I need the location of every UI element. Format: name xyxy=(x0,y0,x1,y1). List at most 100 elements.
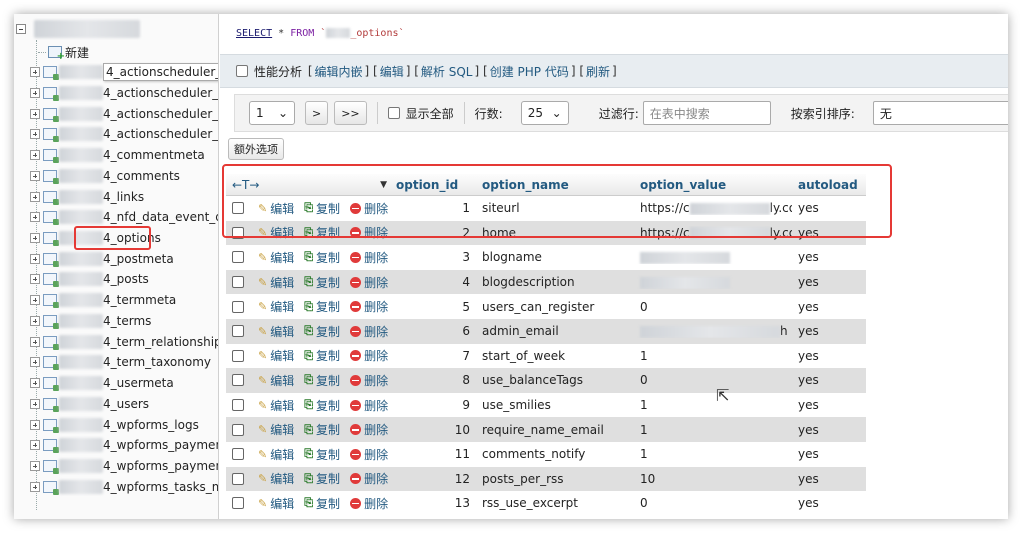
row-copy-link[interactable]: ⎘ 复制 xyxy=(304,397,340,414)
row-edit-link[interactable]: ✎ 编辑 xyxy=(258,323,294,340)
sidebar-table-item[interactable]: 4_actionscheduler_grou xyxy=(30,104,218,124)
cell-autoload[interactable]: yes xyxy=(792,349,856,363)
column-arrows[interactable]: ←T→ xyxy=(232,178,259,192)
row-checkbox[interactable] xyxy=(232,325,244,338)
cell-autoload[interactable]: yes xyxy=(792,275,856,289)
row-checkbox[interactable] xyxy=(232,202,244,215)
link-create-php[interactable]: 创建 PHP 代码 xyxy=(490,63,569,80)
cell-option-id[interactable]: 9 xyxy=(396,398,476,412)
row-edit-link[interactable]: ✎ 编辑 xyxy=(258,274,294,291)
sidebar-table-item[interactable]: 4_comments xyxy=(30,166,218,186)
cell-option-name[interactable]: comments_notify xyxy=(476,447,634,461)
cell-option-value[interactable]: https://c ly.com xyxy=(634,201,792,215)
cell-option-value[interactable]: 0 xyxy=(634,496,792,510)
expand-icon[interactable] xyxy=(30,254,40,264)
row-edit-link[interactable]: ✎ 编辑 xyxy=(258,446,294,463)
cell-option-id[interactable]: 12 xyxy=(396,472,476,486)
cell-option-name[interactable]: use_balanceTags xyxy=(476,373,634,387)
cell-option-value[interactable]: 1 xyxy=(634,349,792,363)
cell-option-value[interactable]: 1 xyxy=(634,398,792,412)
cell-option-name[interactable]: home xyxy=(476,226,634,240)
row-checkbox[interactable] xyxy=(232,349,244,362)
expand-icon[interactable] xyxy=(30,399,40,409)
row-delete-link[interactable]: 删除 xyxy=(350,421,388,438)
cell-autoload[interactable]: yes xyxy=(792,250,856,264)
sidebar-table-label[interactable]: 4_terms xyxy=(103,314,151,328)
sidebar-table-label[interactable]: 4_wpforms_payment_m xyxy=(103,459,218,473)
cell-option-value[interactable]: 10 xyxy=(634,472,792,486)
expand-icon[interactable] xyxy=(30,212,40,222)
expand-icon[interactable] xyxy=(30,150,40,160)
sidebar-table-label[interactable]: 4_termmeta xyxy=(103,293,176,307)
cell-autoload[interactable]: yes xyxy=(792,398,856,412)
sidebar-table-label[interactable]: 4_posts xyxy=(103,272,149,286)
cell-autoload[interactable]: yes xyxy=(792,472,856,486)
row-delete-link[interactable]: 删除 xyxy=(350,298,388,315)
sidebar-table-item[interactable]: 4_actionscheduler_actions xyxy=(30,62,218,82)
row-copy-link[interactable]: ⎘ 复制 xyxy=(304,446,340,463)
sidebar-table-label[interactable]: 4_links xyxy=(103,190,144,204)
sql-query[interactable]: SELECT * FROM ` _options` xyxy=(236,28,405,39)
row-edit-link[interactable]: ✎ 编辑 xyxy=(258,495,294,512)
row-delete-link[interactable]: 删除 xyxy=(350,200,388,217)
sidebar-table-item[interactable]: 4_actionscheduler_logs xyxy=(30,124,218,144)
sort-select[interactable]: 无 xyxy=(872,101,1008,125)
cell-option-value[interactable] xyxy=(634,275,792,289)
sidebar-table-item[interactable]: 4_actionscheduler_clain xyxy=(30,83,218,103)
row-edit-link[interactable]: ✎ 编辑 xyxy=(258,298,294,315)
row-checkbox[interactable] xyxy=(232,472,244,485)
sidebar-table-label[interactable]: 4_postmeta xyxy=(103,252,174,266)
cell-option-id[interactable]: 3 xyxy=(396,250,476,264)
cell-option-name[interactable]: posts_per_rss xyxy=(476,472,634,486)
header-autoload[interactable]: autoload xyxy=(792,178,858,192)
sidebar-table-label[interactable]: 4_wpforms_logs xyxy=(103,418,199,432)
sidebar-table-item[interactable]: 4_term_taxonomy xyxy=(30,352,218,372)
sidebar-table-label[interactable]: 4_actionscheduler_logs xyxy=(103,127,218,141)
cell-option-id[interactable]: 13 xyxy=(396,496,476,510)
cell-option-value[interactable]: https://c ly.com xyxy=(634,226,792,240)
row-delete-link[interactable]: 删除 xyxy=(350,249,388,266)
cell-option-value[interactable] xyxy=(634,250,792,264)
cell-option-id[interactable]: 6 xyxy=(396,324,476,338)
row-checkbox[interactable] xyxy=(232,300,244,313)
row-delete-link[interactable]: 删除 xyxy=(350,372,388,389)
row-copy-link[interactable]: ⎘ 复制 xyxy=(304,224,340,241)
row-copy-link[interactable]: ⎘ 复制 xyxy=(304,249,340,266)
row-edit-link[interactable]: ✎ 编辑 xyxy=(258,200,294,217)
row-delete-link[interactable]: 删除 xyxy=(350,495,388,512)
expand-icon[interactable] xyxy=(30,378,40,388)
database-node[interactable] xyxy=(14,16,218,44)
row-checkbox[interactable] xyxy=(232,423,244,436)
expand-icon[interactable] xyxy=(30,440,40,450)
header-option-name[interactable]: option_name xyxy=(476,178,634,192)
cell-autoload[interactable]: yes xyxy=(792,201,856,215)
row-checkbox[interactable] xyxy=(232,399,244,412)
row-edit-link[interactable]: ✎ 编辑 xyxy=(258,421,294,438)
expand-icon[interactable] xyxy=(30,171,40,181)
expand-icon[interactable] xyxy=(30,337,40,347)
show-all-checkbox[interactable] xyxy=(387,107,400,119)
sidebar-table-label[interactable]: 4_actionscheduler_clain xyxy=(103,86,218,100)
sidebar-table-item[interactable]: 4_commentmeta xyxy=(30,145,218,165)
sidebar-table-item[interactable]: 4_terms xyxy=(30,311,218,331)
row-edit-link[interactable]: ✎ 编辑 xyxy=(258,347,294,364)
sidebar-table-item[interactable]: 4_links xyxy=(30,187,218,207)
row-checkbox[interactable] xyxy=(232,276,244,289)
cell-option-id[interactable]: 8 xyxy=(396,373,476,387)
cell-option-id[interactable]: 11 xyxy=(396,447,476,461)
last-page-button[interactable]: >> xyxy=(334,101,367,125)
cell-option-id[interactable]: 2 xyxy=(396,226,476,240)
sidebar-table-label[interactable]: 4_nfd_data_event_queu xyxy=(103,210,218,224)
row-edit-link[interactable]: ✎ 编辑 xyxy=(258,397,294,414)
link-edit-inline[interactable]: 编辑内嵌 xyxy=(315,63,363,80)
expand-icon[interactable] xyxy=(30,67,40,77)
cell-option-name[interactable]: start_of_week xyxy=(476,349,634,363)
expand-icon[interactable] xyxy=(30,129,40,139)
row-checkbox[interactable] xyxy=(232,251,244,264)
row-delete-link[interactable]: 删除 xyxy=(350,470,388,487)
cell-autoload[interactable]: yes xyxy=(792,423,856,437)
expand-icon[interactable] xyxy=(30,482,40,492)
cell-option-name[interactable]: rss_use_excerpt xyxy=(476,496,634,510)
sidebar-table-item[interactable]: 4_nfd_data_event_queu xyxy=(30,207,218,227)
row-copy-link[interactable]: ⎘ 复制 xyxy=(304,372,340,389)
